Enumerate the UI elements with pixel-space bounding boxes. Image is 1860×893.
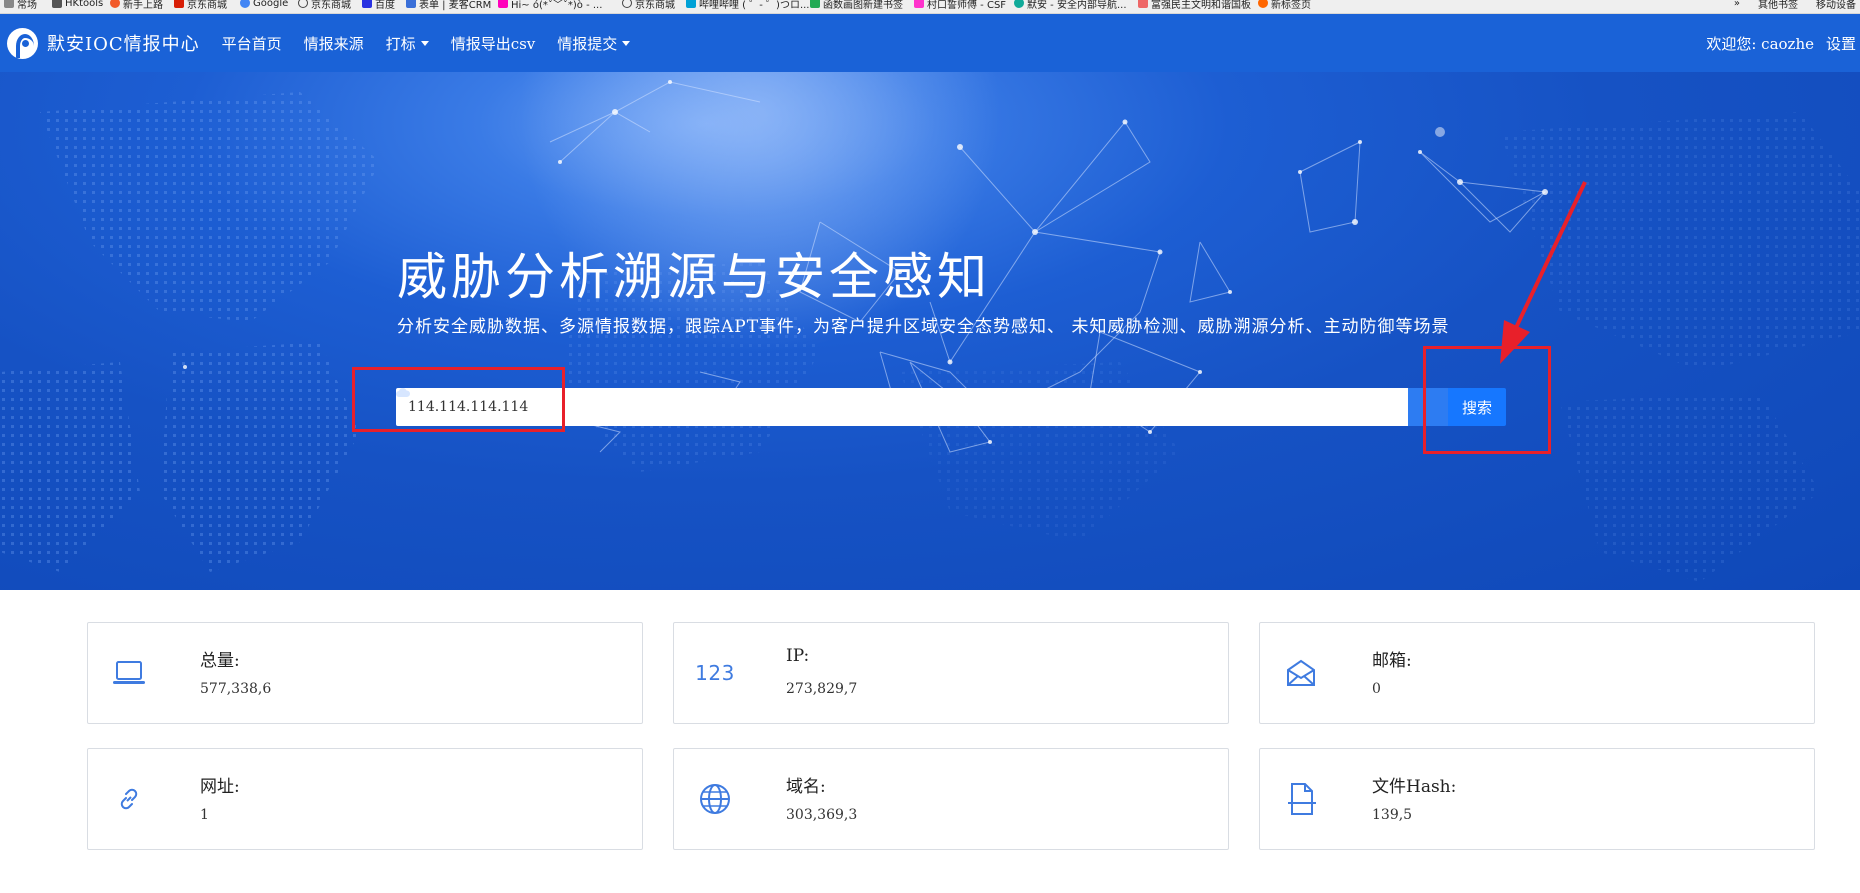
stat-card-file-hash: 文件Hash: 139,5 <box>1259 748 1815 850</box>
hero-title: 威胁分析溯源与安全感知 <box>397 248 991 306</box>
stat-value: 577,338,6 <box>200 681 272 697</box>
bookmark-item[interactable]: Google <box>240 0 288 10</box>
bookmarks-bar: 常场 HKtools 新手上路 京东商城 Google 京东商城 百度 表单 |… <box>0 0 1860 14</box>
brand-logo-icon <box>7 27 38 59</box>
globe-icon <box>298 0 308 8</box>
bookmark-item[interactable]: 哔哩哔哩 ( ゜- ゜)つロ... <box>686 0 809 11</box>
more-bookmarks-chevron-icon[interactable]: » <box>1734 0 1740 9</box>
bookmark-icon <box>498 0 508 8</box>
stat-value: 273,829,7 <box>786 681 858 697</box>
bookmark-icon <box>1138 0 1148 8</box>
nav-export-csv[interactable]: 情报导出csv <box>451 33 536 54</box>
bookmark-item[interactable]: 京东商城 <box>174 0 227 11</box>
stat-value: 303,369,3 <box>786 807 858 823</box>
bookmark-item[interactable]: 新标签页 <box>1258 0 1311 11</box>
stat-card-url: 网址: 1 <box>87 748 643 850</box>
hero-subtitle: 分析安全威胁数据、多源情报数据，跟踪APT事件，为客户提升区域安全态势感知、 未… <box>397 317 1450 337</box>
bookmark-item[interactable]: 表单 | 麦客CRM <box>406 0 491 11</box>
google-icon <box>240 0 250 8</box>
file-icon <box>1279 777 1323 821</box>
stat-label: 文件Hash: <box>1372 777 1457 797</box>
stat-card-email: 邮箱: 0 <box>1259 622 1815 724</box>
mobile-bookmarks[interactable]: 移动设备 <box>1816 0 1856 11</box>
top-navbar: 默安IOC情报中心 平台首页 情报来源 打标 情报导出csv 情报提交 欢迎您:… <box>0 14 1860 72</box>
bilibili-icon <box>686 0 696 8</box>
brand[interactable]: 默安IOC情报中心 <box>7 27 200 59</box>
bookmark-item[interactable]: HKtools <box>52 0 103 10</box>
stat-label: 域名: <box>786 777 826 797</box>
stat-value: 139,5 <box>1372 807 1413 823</box>
bookmark-icon <box>914 0 924 8</box>
nav-home[interactable]: 平台首页 <box>222 33 282 54</box>
other-bookmarks[interactable]: 其他书签 <box>1758 0 1798 11</box>
bookmark-item[interactable]: 新手上路 <box>110 0 163 11</box>
bookmark-item[interactable]: 常场 <box>4 0 37 11</box>
bookmark-item[interactable]: 京东商城 <box>298 0 351 11</box>
stat-card-domain: 域名: 303,369,3 <box>673 748 1229 850</box>
stat-label: 总量: <box>200 651 240 671</box>
annotation-box-button <box>1423 346 1551 454</box>
bookmark-item[interactable]: 函数画图新建书签 <box>810 0 903 11</box>
stat-value: 0 <box>1372 681 1381 697</box>
bookmark-icon <box>52 0 62 8</box>
bookmark-icon <box>1014 0 1024 8</box>
stat-card-ip: 123 IP: 273,829,7 <box>673 622 1229 724</box>
globe-icon <box>622 0 632 8</box>
link-icon <box>107 777 151 821</box>
firefox-icon <box>1258 0 1268 8</box>
bookmark-icon <box>4 0 14 8</box>
baidu-icon <box>362 0 372 8</box>
brand-title: 默安IOC情报中心 <box>47 34 200 55</box>
globe-icon <box>693 777 737 821</box>
hero-banner: 威胁分析溯源与安全感知 分析安全威胁数据、多源情报数据，跟踪APT事件，为客户提… <box>0 72 1860 590</box>
bookmark-item[interactable]: 百度 <box>362 0 395 11</box>
number-123-icon: 123 <box>695 661 735 685</box>
envelope-icon <box>1279 651 1323 695</box>
nav-submit-dropdown[interactable]: 情报提交 <box>557 33 631 54</box>
nav-tagging-dropdown[interactable]: 打标 <box>386 33 429 54</box>
bookmark-item[interactable]: Hi~ ó(*ˇ﹀ˇ*)ò - ... <box>498 0 602 11</box>
bookmark-item[interactable]: 村口誓师傅 - CSF <box>914 0 1006 11</box>
caret-down-icon <box>420 40 429 46</box>
nav-settings[interactable]: 设置 <box>1826 33 1856 54</box>
bookmark-icon <box>174 0 184 8</box>
laptop-icon <box>107 651 151 695</box>
annotation-box-input <box>352 367 565 432</box>
bookmark-icon <box>110 0 120 8</box>
caret-down-icon <box>622 40 631 46</box>
nav-sources[interactable]: 情报来源 <box>304 33 364 54</box>
bookmark-item[interactable]: 默安 - 安全内部导航... <box>1014 0 1127 11</box>
bookmarks-right: » 其他书签 移动设备 <box>1734 0 1856 11</box>
bookmark-icon <box>810 0 820 8</box>
bookmark-item[interactable]: 富强民主文明和谐国板 <box>1138 0 1251 11</box>
bookmark-item[interactable]: 京东商城 <box>622 0 675 11</box>
stat-value: 1 <box>200 807 209 823</box>
stat-label: IP: <box>786 646 810 666</box>
stat-label: 邮箱: <box>1372 651 1412 671</box>
stat-label: 网址: <box>200 777 240 797</box>
bookmark-icon <box>406 0 416 8</box>
stat-card-total: 总量: 577,338,6 <box>87 622 643 724</box>
welcome-user[interactable]: 欢迎您: caozhe <box>1706 33 1814 54</box>
